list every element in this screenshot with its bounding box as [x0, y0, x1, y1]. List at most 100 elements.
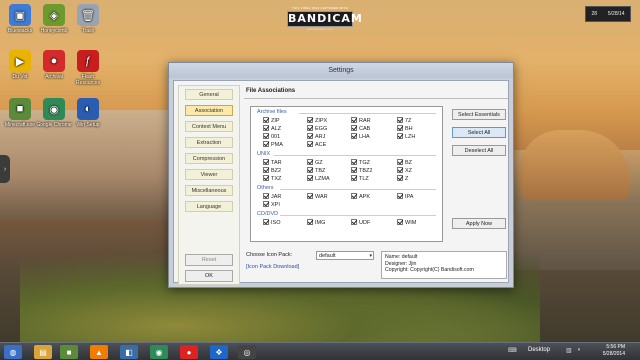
icon-pack-select[interactable]: default ▾ — [316, 251, 374, 260]
nav-item-viewer[interactable]: Viewer — [185, 169, 233, 180]
checkbox-label: 001 — [271, 134, 281, 140]
checkbox-checked-icon — [307, 175, 313, 181]
desktop-icon[interactable]: ▣ Bluestacks — [2, 4, 38, 34]
reset-button[interactable]: Reset — [185, 254, 233, 266]
nav-item-language[interactable]: Language — [185, 201, 233, 212]
app-icon: ƒ — [77, 50, 99, 72]
nav-item-miscellaneous[interactable]: Miscellaneous — [185, 185, 233, 196]
file-type-checkbox[interactable]: BH — [397, 125, 413, 133]
file-type-checkbox[interactable]: WAR — [307, 193, 328, 201]
desktop-toolbar-label[interactable]: Desktop — [528, 347, 550, 353]
taskbar-game-icon[interactable]: ◎ — [238, 345, 256, 359]
taskbar-windows-icon[interactable]: ❖ — [210, 345, 228, 359]
checkbox-label: BZ2 — [271, 168, 282, 174]
taskbar-minecraft-icon[interactable]: ■ — [60, 345, 78, 359]
file-type-checkbox[interactable]: LHA — [351, 133, 370, 141]
desktop-icon[interactable]: ◉ Google Chrome — [36, 98, 72, 128]
file-type-checkbox[interactable]: ALZ — [263, 125, 281, 133]
desktop-icon-label: Win Setup — [76, 122, 100, 128]
file-type-checkbox[interactable]: ARJ — [307, 133, 325, 141]
file-type-checkbox[interactable]: LZMA — [307, 175, 330, 183]
group-label: CD/DVD — [257, 211, 279, 217]
file-type-checkbox[interactable]: TAR — [263, 159, 282, 167]
checkbox-checked-icon — [397, 125, 403, 131]
icon-pack-download-link[interactable]: [Icon Pack Download] — [246, 264, 299, 270]
desktop-icon[interactable]: ƒ Flash Resources — [70, 50, 106, 86]
file-type-checkbox[interactable]: 001 — [263, 133, 280, 141]
checkbox-label: EGG — [315, 126, 328, 132]
select-essentials-button[interactable]: Select Essentials — [452, 109, 506, 120]
file-type-checkbox[interactable]: IMG — [307, 219, 325, 227]
checkbox-label: TXZ — [271, 176, 282, 182]
file-type-checkbox[interactable]: ZIP — [263, 117, 280, 125]
checkbox-label: CAB — [359, 126, 371, 132]
desktop-icon[interactable]: 🗑 Trash — [70, 4, 106, 34]
taskbar-clock[interactable]: 5:56 PM 5/28/2014 — [593, 344, 625, 358]
file-type-checkbox[interactable]: BZ — [397, 159, 412, 167]
app-icon: ■ — [9, 98, 31, 120]
file-type-checkbox[interactable]: TXZ — [263, 175, 281, 183]
network-icon[interactable]: ▥ — [566, 347, 574, 355]
chevron-down-icon: ▾ — [369, 253, 372, 259]
nav-item-association[interactable]: Association — [185, 105, 233, 116]
checkbox-checked-icon — [397, 219, 403, 225]
file-type-checkbox[interactable]: LZH — [397, 133, 415, 141]
taskbar-settings-app-icon[interactable]: ◧ — [120, 345, 138, 359]
taskbar-vlc-icon[interactable]: ▲ — [90, 345, 108, 359]
app-icon: ● — [43, 50, 65, 72]
nav-item-general[interactable]: General — [185, 89, 233, 100]
desktop-icon[interactable]: ◐ Win Setup — [70, 98, 106, 128]
taskbar-start-orb-icon[interactable]: ◍ — [4, 345, 22, 359]
window-title[interactable]: Settings — [169, 63, 513, 78]
nav-item-compression[interactable]: Compression — [185, 153, 233, 164]
volume-icon[interactable]: ◖ — [577, 347, 585, 355]
taskbar-record-icon[interactable]: ● — [180, 345, 198, 359]
desktop-icon[interactable]: ▶ Du Vid — [2, 50, 38, 80]
ok-button[interactable]: OK — [185, 270, 233, 282]
file-type-checkbox[interactable]: Z — [397, 175, 408, 183]
clock-gadget[interactable]: 28 5/28/14 — [585, 6, 631, 22]
file-type-checkbox[interactable]: APK — [351, 193, 370, 201]
checkbox-label: JAR — [271, 194, 282, 200]
checkbox-label: BZ — [405, 160, 413, 166]
file-type-checkbox[interactable]: TBZ — [307, 167, 325, 175]
checkbox-label: 7Z — [405, 118, 412, 124]
file-type-list[interactable]: Archive files ZIP ZIPX RAR 7Z ALZ EGG CAB BH 001 A… — [250, 106, 443, 242]
file-type-checkbox[interactable]: PMA — [263, 141, 283, 149]
file-type-checkbox[interactable]: TLZ — [351, 175, 369, 183]
select-all-button[interactable]: Select All — [452, 127, 506, 138]
checkbox-label: WAR — [315, 194, 328, 200]
divider — [299, 113, 436, 114]
app-icon: ◐ — [77, 98, 99, 120]
file-type-checkbox[interactable]: XPI — [263, 201, 280, 209]
taskbar-chrome-icon[interactable]: ◉ — [150, 345, 168, 359]
file-type-checkbox[interactable]: ISO — [263, 219, 280, 227]
file-type-checkbox[interactable]: IPA — [397, 193, 413, 201]
checkbox-checked-icon — [263, 201, 269, 207]
checkbox-label: ISO — [271, 220, 281, 226]
desktop-icon[interactable]: ■ Minecraft.exe — [2, 98, 38, 128]
checkbox-label: Z — [405, 176, 409, 182]
checkbox-label: IMG — [315, 220, 326, 226]
deselect-all-button[interactable]: Deselect All — [452, 145, 506, 156]
taskbar-explorer-icon[interactable]: ▤ — [34, 345, 52, 359]
nav-item-context-menu[interactable]: Context Menu — [185, 121, 233, 132]
desktop-icon[interactable]: ◈ Honeycomb — [36, 4, 72, 34]
apply-now-button[interactable]: Apply Now — [452, 218, 506, 229]
sidebar-expand-handle[interactable]: › — [0, 155, 10, 183]
checkbox-checked-icon — [397, 159, 403, 165]
file-type-checkbox[interactable]: JAR — [263, 193, 281, 201]
file-type-checkbox[interactable]: ACE — [307, 141, 326, 149]
checkbox-checked-icon — [397, 117, 403, 123]
nav-item-extraction[interactable]: Extraction — [185, 137, 233, 148]
checkbox-checked-icon — [263, 159, 269, 165]
file-type-checkbox[interactable]: XZ — [397, 167, 412, 175]
file-type-checkbox[interactable]: UDF — [351, 219, 370, 227]
file-type-checkbox[interactable]: BZ2 — [263, 167, 281, 175]
checkbox-label: XPI — [271, 202, 280, 208]
desktop-icon[interactable]: ● Archival — [36, 50, 72, 80]
file-type-checkbox[interactable]: 7Z — [397, 117, 411, 125]
file-type-checkbox[interactable]: GZ — [307, 159, 323, 167]
keyboard-icon[interactable]: ⌨ — [508, 347, 517, 355]
file-type-checkbox[interactable]: WIM — [397, 219, 416, 227]
